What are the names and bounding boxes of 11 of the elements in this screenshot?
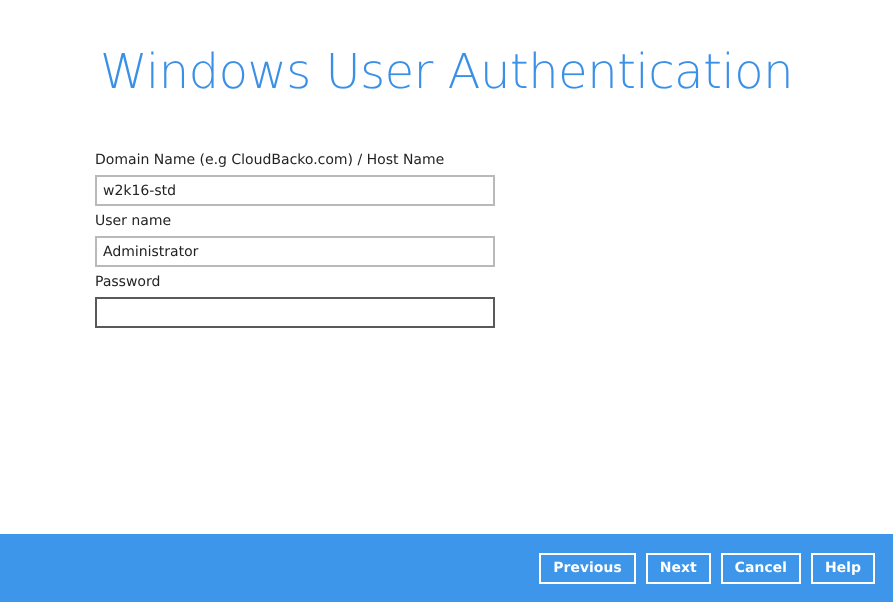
- input-field[interactable]: [95, 297, 495, 328]
- field-label: User name: [95, 212, 172, 231]
- nav-button[interactable]: Next: [646, 552, 711, 584]
- nav-button[interactable]: Help: [810, 552, 875, 584]
- nav-button[interactable]: Cancel: [720, 552, 801, 584]
- field-label: Domain Name (e.g CloudBacko.com) / Host Name: [95, 151, 444, 170]
- nav-button[interactable]: Previous: [539, 552, 636, 584]
- field-label: Password: [95, 273, 160, 292]
- input-field[interactable]: w2k16-std: [95, 175, 495, 206]
- input-field[interactable]: Administrator: [95, 236, 495, 267]
- page-title: Windows User Authentication: [98, 43, 794, 102]
